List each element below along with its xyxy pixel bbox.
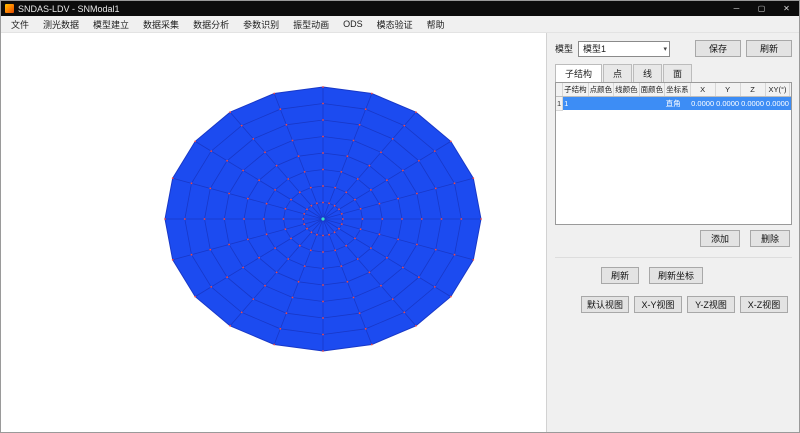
refresh-row: 刷新 刷新坐标 <box>601 267 792 284</box>
model-label: 模型 <box>555 42 573 55</box>
title-bar: SNDAS-LDV - SNModal1 ─ ▢ ✕ <box>1 1 799 16</box>
model-select[interactable]: 模型1 ▾ <box>578 41 670 57</box>
refresh-model-button[interactable]: 刷新 <box>601 267 639 284</box>
menu-item-数据采集[interactable]: 数据采集 <box>136 16 186 33</box>
add-delete-row: 添加 删除 <box>555 230 792 247</box>
right-panel: 模型 模型1 ▾ 保存 刷新 子结构点线面 子结构点颜色线颜色面颜色坐标系XYZ… <box>546 33 799 432</box>
refresh-coords-button[interactable]: 刷新坐标 <box>649 267 703 284</box>
minimize-button[interactable]: ─ <box>724 1 749 16</box>
column-header[interactable]: XY(°) <box>765 83 790 96</box>
column-header[interactable]: X <box>690 83 715 96</box>
structure-tabs: 子结构点线面 <box>555 64 792 82</box>
tab-面[interactable]: 面 <box>663 64 692 82</box>
menu-item-模型建立[interactable]: 模型建立 <box>86 16 136 33</box>
refresh-button[interactable]: 刷新 <box>746 40 792 57</box>
menu-item-模态验证[interactable]: 模态验证 <box>370 16 420 33</box>
chevron-down-icon: ▾ <box>664 45 668 53</box>
mesh-disc <box>1 33 546 432</box>
menu-item-文件[interactable]: 文件 <box>4 16 36 33</box>
main-content: 模型 模型1 ▾ 保存 刷新 子结构点线面 子结构点颜色线颜色面颜色坐标系XYZ… <box>1 33 799 432</box>
menu-item-帮助[interactable]: 帮助 <box>420 16 452 33</box>
view-buttons-row: 默认视图 X-Y视图 Y-Z视图 X-Z视图 <box>581 296 792 313</box>
panel-divider <box>555 257 792 258</box>
column-header[interactable]: XZ(°) <box>790 83 792 96</box>
model-canvas[interactable] <box>1 33 546 432</box>
model-select-value: 模型1 <box>583 42 606 55</box>
table-header-row: 子结构点颜色线颜色面颜色坐标系XYZXY(°)XZ(°)YZ(°) <box>556 83 792 96</box>
column-header[interactable]: 面颜色 <box>639 83 665 96</box>
column-header[interactable]: Y <box>715 83 740 96</box>
column-header[interactable]: 线颜色 <box>614 83 640 96</box>
save-button[interactable]: 保存 <box>695 40 741 57</box>
column-header[interactable]: 子结构 <box>563 83 589 96</box>
menu-item-ODS[interactable]: ODS <box>336 17 370 31</box>
menu-item-数据分析[interactable]: 数据分析 <box>186 16 236 33</box>
close-button[interactable]: ✕ <box>774 1 799 16</box>
app-window: SNDAS-LDV - SNModal1 ─ ▢ ✕ 文件测光数据模型建立数据采… <box>0 0 800 433</box>
menu-bar: 文件测光数据模型建立数据采集数据分析参数识别振型动画ODS模态验证帮助 <box>1 16 799 33</box>
table-row[interactable]: 11直角0.00000.00000.00000.00000.0000.000 <box>556 96 792 110</box>
menu-item-测光数据[interactable]: 测光数据 <box>36 16 86 33</box>
tab-线[interactable]: 线 <box>633 64 662 82</box>
tab-子结构[interactable]: 子结构 <box>555 64 602 82</box>
menu-item-振型动画[interactable]: 振型动画 <box>286 16 336 33</box>
window-controls: ─ ▢ ✕ <box>724 1 799 16</box>
delete-button[interactable]: 删除 <box>750 230 790 247</box>
column-header[interactable]: 坐标系 <box>665 83 691 96</box>
view-button-X-Y视图[interactable]: X-Y视图 <box>634 296 682 313</box>
table-body: 11直角0.00000.00000.00000.00000.0000.000 <box>556 96 792 110</box>
model-row: 模型 模型1 ▾ 保存 刷新 <box>555 40 792 57</box>
substructure-table: 子结构点颜色线颜色面颜色坐标系XYZXY(°)XZ(°)YZ(°) 11直角0.… <box>555 82 792 225</box>
window-title: SNDAS-LDV - SNModal1 <box>18 4 120 14</box>
add-button[interactable]: 添加 <box>700 230 740 247</box>
tab-点[interactable]: 点 <box>603 64 632 82</box>
menu-item-参数识别[interactable]: 参数识别 <box>236 16 286 33</box>
column-header[interactable]: 点颜色 <box>588 83 614 96</box>
view-button-X-Z视图[interactable]: X-Z视图 <box>740 296 788 313</box>
view-button-Y-Z视图[interactable]: Y-Z视图 <box>687 296 735 313</box>
column-header[interactable]: Z <box>740 83 765 96</box>
view-button-默认视图[interactable]: 默认视图 <box>581 296 629 313</box>
app-icon <box>5 4 14 13</box>
maximize-button[interactable]: ▢ <box>749 1 774 16</box>
